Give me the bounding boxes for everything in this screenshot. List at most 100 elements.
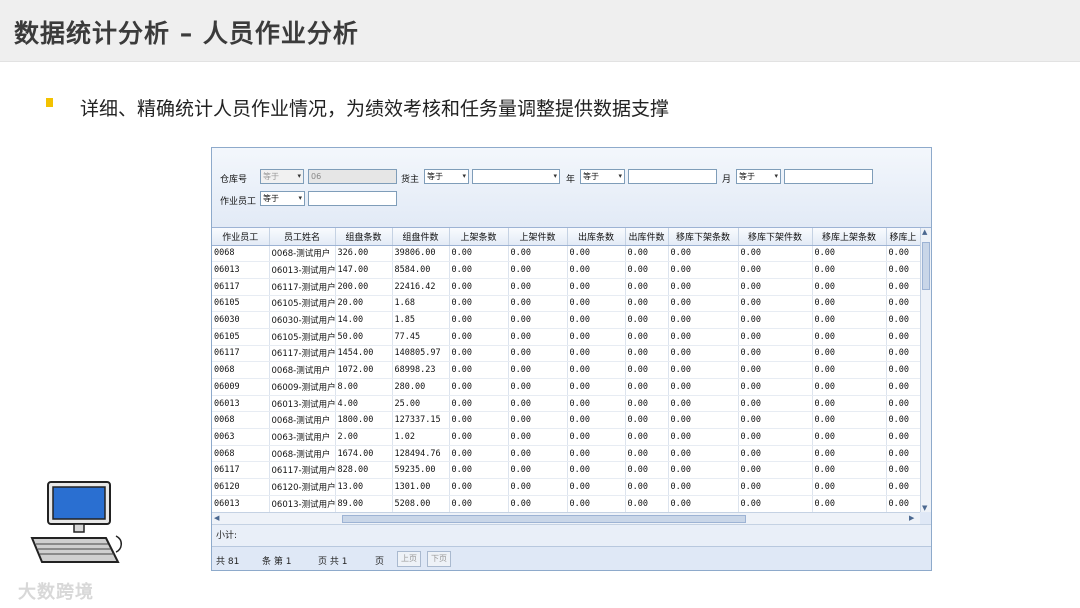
- table-cell: 0.00: [886, 295, 921, 313]
- table-row[interactable]: 06117 06117-测试用户 200.00 22416.42 0.00 0.00 0.0…: [212, 278, 921, 296]
- column-header[interactable]: 移库上架条数: [812, 228, 887, 246]
- month-operator-value: 等于: [739, 172, 755, 181]
- table-cell: 0.00: [738, 261, 813, 279]
- table-cell: 06117-测试用户: [269, 278, 336, 296]
- year-operator-select[interactable]: 等于 ▾: [580, 169, 625, 184]
- table-row[interactable]: 06105 06105-测试用户 50.00 77.45 0.00 0.00 0.00 0.0…: [212, 328, 921, 346]
- table-cell: 0.00: [812, 445, 887, 463]
- month-operator-select[interactable]: 等于 ▾: [736, 169, 781, 184]
- table-cell: 06013: [212, 495, 270, 512]
- table-row[interactable]: 0068 0068-测试用户 1674.00 128494.76 0.00 0.00 0.0…: [212, 445, 921, 463]
- table-cell: 0.00: [668, 328, 739, 346]
- table-cell: 0.00: [508, 461, 568, 480]
- table-row[interactable]: 0068 0068-测试用户 1800.00 127337.15 0.00 0.00 0.0…: [212, 411, 921, 430]
- table-row[interactable]: 06117 06117-测试用户 828.00 59235.00 0.00 0.00 0.0…: [212, 461, 921, 480]
- column-header[interactable]: 组盘条数: [335, 228, 393, 246]
- horizontal-scroll-thumb[interactable]: [342, 515, 746, 523]
- table-cell: 06117-测试用户: [269, 345, 336, 363]
- table-cell: 0.00: [567, 395, 626, 413]
- table-cell: 06013-测试用户: [269, 495, 336, 512]
- scroll-right-icon[interactable]: ▶: [909, 514, 914, 522]
- table-cell: 06013: [212, 261, 270, 279]
- table-cell: 0068-测试用户: [269, 411, 336, 430]
- scroll-left-icon[interactable]: ◀: [214, 514, 219, 522]
- table-cell: 0.00: [886, 245, 921, 263]
- column-header[interactable]: 出库件数: [625, 228, 669, 246]
- column-header[interactable]: 员工姓名: [269, 228, 336, 246]
- column-header[interactable]: 作业员工: [212, 228, 270, 246]
- warehouse-input[interactable]: 06: [308, 169, 397, 184]
- table-cell: 0.00: [508, 395, 568, 413]
- table-cell: 0.00: [625, 445, 669, 463]
- table-cell: 0.00: [625, 478, 669, 496]
- table-row[interactable]: 06013 06013-测试用户 147.00 8584.00 0.00 0.00 0.00…: [212, 261, 921, 279]
- table-row[interactable]: 0068 0068-测试用户 1072.00 68998.23 0.00 0.00 0.00…: [212, 361, 921, 379]
- vertical-scroll-thumb[interactable]: [922, 242, 930, 290]
- table-row[interactable]: 06030 06030-测试用户 14.00 1.85 0.00 0.00 0.00 0.00…: [212, 311, 921, 329]
- table-row[interactable]: 06105 06105-测试用户 20.00 1.68 0.00 0.00 0.00 0.00…: [212, 295, 921, 313]
- table-row[interactable]: 0068 0068-测试用户 326.00 39806.00 0.00 0.00 0.00 0…: [212, 245, 921, 263]
- column-header[interactable]: 出库条数: [567, 228, 626, 246]
- warehouse-label: 仓库号: [220, 175, 248, 185]
- table-cell: 147.00: [335, 261, 393, 279]
- table-cell: 0.00: [668, 311, 739, 329]
- table-cell: 140805.97: [392, 345, 450, 363]
- table-cell: 0.00: [668, 461, 739, 480]
- owner-select[interactable]: ▾: [472, 169, 560, 184]
- table-cell: 0.00: [508, 278, 568, 296]
- table-cell: 0.00: [625, 245, 669, 263]
- table-row[interactable]: 06013 06013-测试用户 4.00 25.00 0.00 0.00 0.00 0.00…: [212, 395, 921, 413]
- prev-page-button[interactable]: 上页: [397, 551, 421, 567]
- year-input[interactable]: [628, 169, 717, 184]
- table-cell: 0.00: [508, 428, 568, 446]
- worker-label: 作业员工: [220, 197, 257, 207]
- scroll-down-icon[interactable]: ▼: [922, 504, 927, 512]
- table-row[interactable]: 06009 06009-测试用户 8.00 280.00 0.00 0.00 0.00 0.0…: [212, 378, 921, 396]
- month-input[interactable]: [784, 169, 873, 184]
- table-cell: 0.00: [738, 445, 813, 463]
- table-cell: 0.00: [738, 311, 813, 329]
- table-cell: 1.85: [392, 311, 450, 329]
- column-header[interactable]: 移库下架件数: [738, 228, 813, 246]
- table-cell: 0.00: [625, 411, 669, 430]
- warehouse-operator-select[interactable]: 等于 ▾: [260, 169, 304, 184]
- horizontal-scrollbar[interactable]: ◀ ▶: [212, 512, 920, 524]
- table-cell: 0.00: [449, 361, 509, 379]
- column-header[interactable]: 上架条数: [449, 228, 509, 246]
- column-header[interactable]: 组盘件数: [392, 228, 450, 246]
- worker-operator-select[interactable]: 等于 ▾: [260, 191, 305, 206]
- table-cell: 1.02: [392, 428, 450, 446]
- table-cell: 0.00: [449, 411, 509, 430]
- table-row[interactable]: 06013 06013-测试用户 89.00 5208.00 0.00 0.00 0.00 0…: [212, 495, 921, 512]
- owner-operator-select[interactable]: 等于 ▾: [424, 169, 469, 184]
- table-cell: 0.00: [886, 278, 921, 296]
- table-cell: 0.00: [625, 311, 669, 329]
- table-cell: 0.00: [668, 411, 739, 430]
- table-cell: 0.00: [738, 395, 813, 413]
- table-cell: 06117: [212, 461, 270, 480]
- next-page-button[interactable]: 下页: [427, 551, 451, 567]
- filter-panel: 仓库号 等于 ▾ 06 货主 等于 ▾ ▾ 年 等于 ▾ 月 等于 ▾ 作业员工…: [212, 148, 931, 228]
- scroll-up-icon[interactable]: ▲: [922, 228, 927, 236]
- table-cell: 0.00: [886, 495, 921, 512]
- table-cell: 0.00: [449, 295, 509, 313]
- table-row[interactable]: 06120 06120-测试用户 13.00 1301.00 0.00 0.00 0.00 0…: [212, 478, 921, 496]
- column-header[interactable]: 移库下架条数: [668, 228, 739, 246]
- table-cell: 0.00: [567, 328, 626, 346]
- table-cell: 0068: [212, 445, 270, 463]
- table-row[interactable]: 0063 0063-测试用户 2.00 1.02 0.00 0.00 0.00 0.00 0.0…: [212, 428, 921, 446]
- table-cell: 06117: [212, 345, 270, 363]
- table-cell: 0.00: [449, 261, 509, 279]
- table-cell: 0.00: [449, 278, 509, 296]
- table-cell: 22416.42: [392, 278, 450, 296]
- vertical-scrollbar[interactable]: ▲ ▼: [920, 228, 931, 512]
- table-cell: 0.00: [508, 445, 568, 463]
- column-header[interactable]: 移库上: [886, 228, 921, 246]
- table-cell: 0.00: [886, 345, 921, 363]
- table-cell: 0.00: [886, 478, 921, 496]
- table-cell: 0.00: [668, 445, 739, 463]
- worker-input[interactable]: [308, 191, 397, 206]
- table-cell: 0068-测试用户: [269, 361, 336, 379]
- table-row[interactable]: 06117 06117-测试用户 1454.00 140805.97 0.00 0.00 0…: [212, 345, 921, 363]
- column-header[interactable]: 上架件数: [508, 228, 568, 246]
